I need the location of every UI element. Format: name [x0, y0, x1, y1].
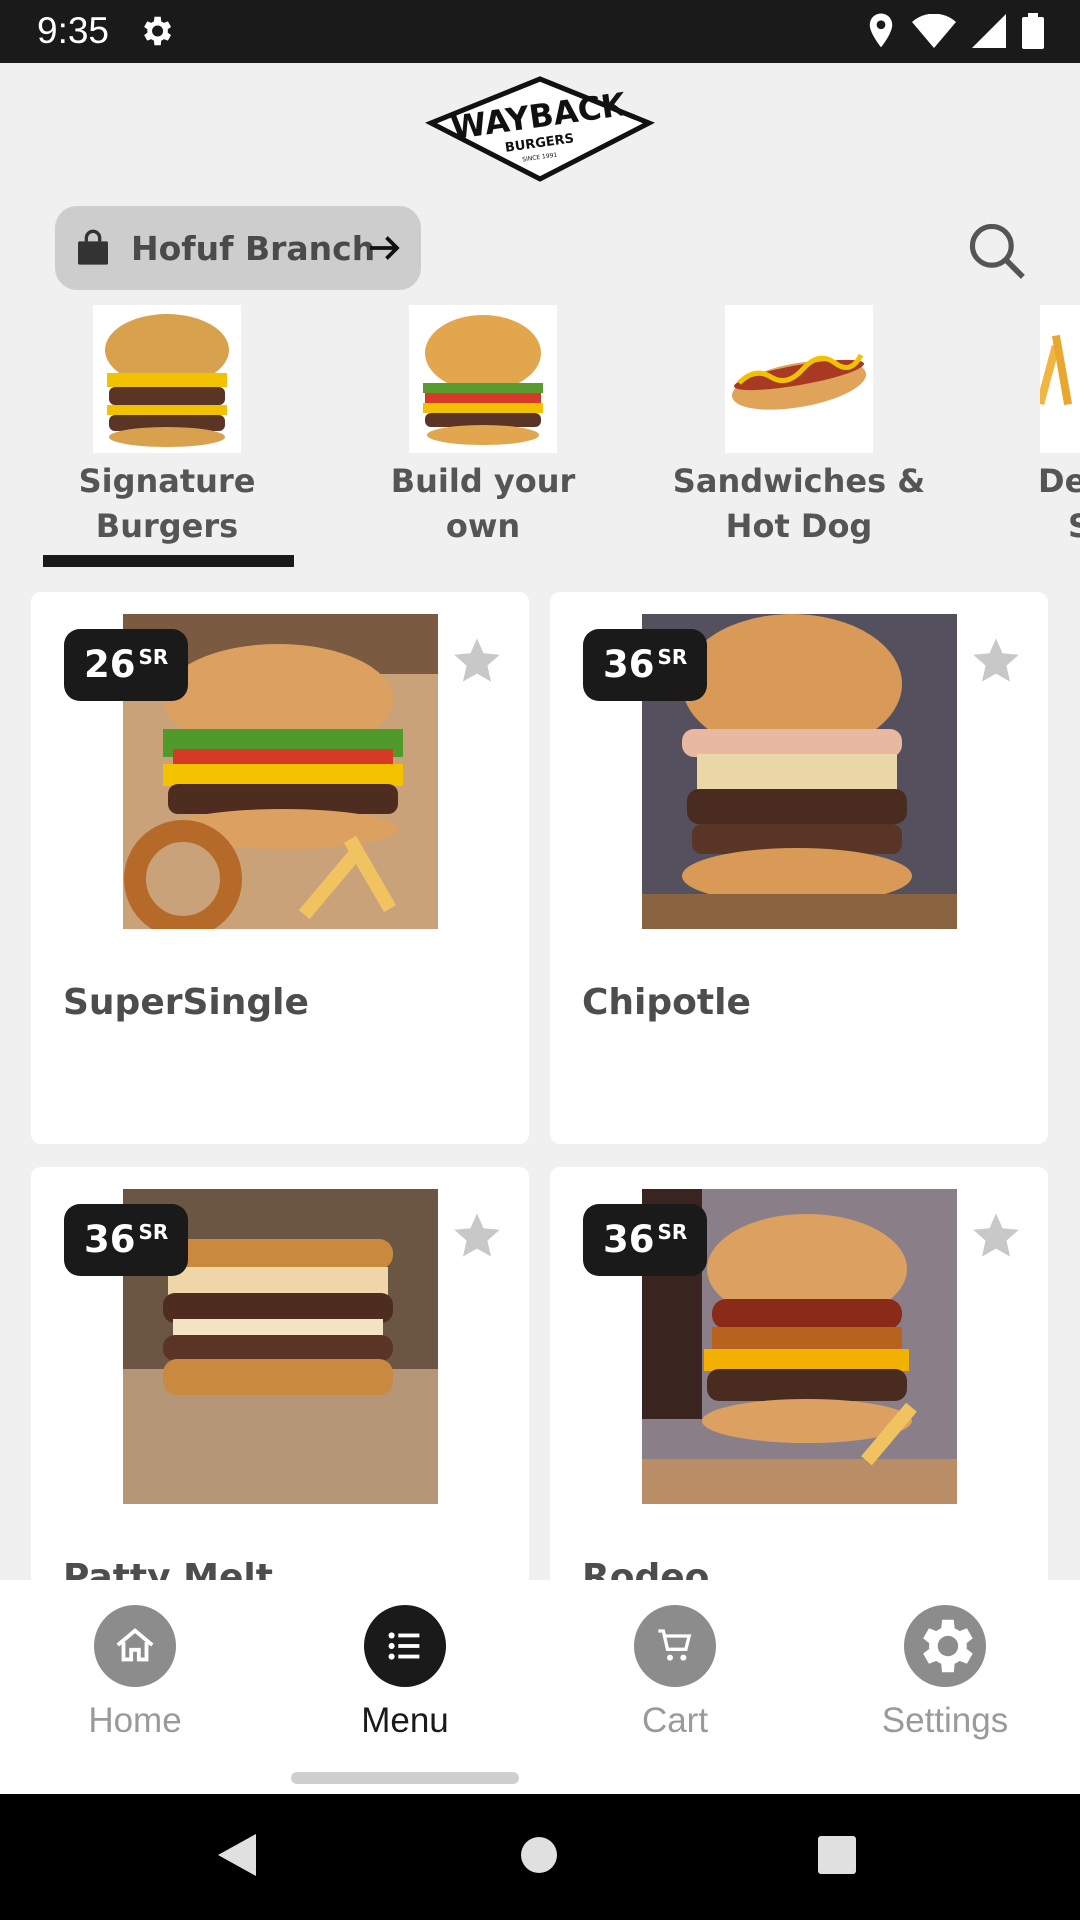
location-icon [869, 13, 893, 48]
price-value: 36 [603, 643, 655, 686]
category-image [93, 305, 241, 453]
status-icons [866, 12, 1044, 50]
category-image [1040, 305, 1080, 453]
nav-label: Home [88, 1701, 182, 1740]
price-badge: 36 SR [64, 1204, 189, 1276]
search-icon[interactable] [966, 220, 1028, 282]
nav-label: Menu [361, 1701, 449, 1740]
price-badge: 26 SR [64, 629, 189, 701]
bottom-navigation: Home Menu Cart Settings [0, 1580, 1080, 1794]
product-name: Rodeo [582, 1557, 710, 1580]
home-indicator-bar [291, 1772, 519, 1784]
tab-signature-burgers[interactable]: Signature Burgers [37, 305, 297, 549]
category-image [725, 305, 873, 453]
wayback-burgers-logo: WAYBACK BURGERS SINCE 1991 [425, 76, 655, 182]
product-name: Chipotle [582, 982, 751, 1023]
shopping-bag-icon [78, 229, 108, 265]
price-badge: 36 SR [583, 629, 708, 701]
price-value: 36 [603, 1218, 655, 1261]
product-card-patty-melt[interactable]: 36 SR Patty Melt [31, 1167, 529, 1580]
status-time: 9:35 [37, 10, 110, 51]
category-image [409, 305, 557, 453]
back-icon[interactable] [216, 1832, 258, 1878]
tab-build-your-own[interactable]: Build your own [353, 305, 613, 549]
price-currency: SR [138, 1220, 169, 1244]
wifi-icon [912, 14, 956, 48]
status-bar: 9:35 [0, 0, 1080, 63]
tab-label-line2: Hot Dog [725, 507, 873, 545]
product-card-supersingle[interactable]: 26 SR SuperSingle [31, 592, 529, 1144]
battery-icon [1022, 13, 1044, 49]
nav-cart[interactable]: Cart [575, 1605, 775, 1741]
tab-sandwiches-hot-dog[interactable]: Sandwiches & Hot Dog [669, 305, 929, 549]
price-value: 26 [84, 643, 136, 686]
tab-label-line1: Signature [78, 462, 256, 500]
favorite-star-icon[interactable] [451, 1209, 503, 1261]
tab-label-line1: De [1038, 462, 1080, 500]
nav-home[interactable]: Home [35, 1605, 235, 1741]
tab-label-line2: own [445, 507, 521, 545]
product-name: Patty Melt [63, 1557, 273, 1580]
price-currency: SR [657, 1220, 688, 1244]
signal-icon [972, 14, 1006, 48]
nav-settings[interactable]: Settings [845, 1605, 1045, 1741]
favorite-star-icon[interactable] [970, 634, 1022, 686]
branch-selector-button[interactable]: Hofuf Branch [55, 206, 421, 290]
home-circle-icon[interactable] [520, 1836, 558, 1874]
tab-label-line1: Build your [390, 462, 576, 500]
product-grid: 26 SR SuperSingle 36 SR Chipotle 36 SR P… [0, 590, 1080, 1580]
product-name: SuperSingle [63, 982, 309, 1023]
system-navigation-bar [0, 1794, 1080, 1920]
header: WAYBACK BURGERS SINCE 1991 [0, 63, 1080, 198]
home-icon [94, 1605, 176, 1687]
product-card-chipotle[interactable]: 36 SR Chipotle [550, 592, 1048, 1144]
list-icon [364, 1605, 446, 1687]
product-card-rodeo[interactable]: 36 SR Rodeo [550, 1167, 1048, 1580]
nav-menu[interactable]: Menu [305, 1605, 505, 1741]
cart-icon [634, 1605, 716, 1687]
branch-label: Hofuf Branch [131, 228, 376, 268]
tab-label-line2: S [1068, 507, 1080, 545]
nav-label: Cart [641, 1701, 709, 1740]
favorite-star-icon[interactable] [451, 634, 503, 686]
gear-icon [904, 1605, 986, 1687]
price-value: 36 [84, 1218, 136, 1261]
favorite-star-icon[interactable] [970, 1209, 1022, 1261]
recents-icon[interactable] [818, 1836, 856, 1874]
tab-label-line1: Sandwiches & [672, 462, 926, 500]
tab-label-line2: Burgers [95, 507, 239, 545]
price-currency: SR [138, 645, 169, 669]
selected-tab-indicator [43, 555, 294, 567]
price-currency: SR [657, 645, 688, 669]
category-tabs: Signature Burgers Build your own Sandwiche… [0, 305, 1080, 570]
nav-label: Settings [881, 1701, 1009, 1740]
tab-desserts-sides[interactable]: De S [985, 305, 1080, 549]
arrow-right-icon [370, 236, 400, 260]
price-badge: 36 SR [583, 1204, 708, 1276]
settings-status-icon [144, 16, 172, 46]
